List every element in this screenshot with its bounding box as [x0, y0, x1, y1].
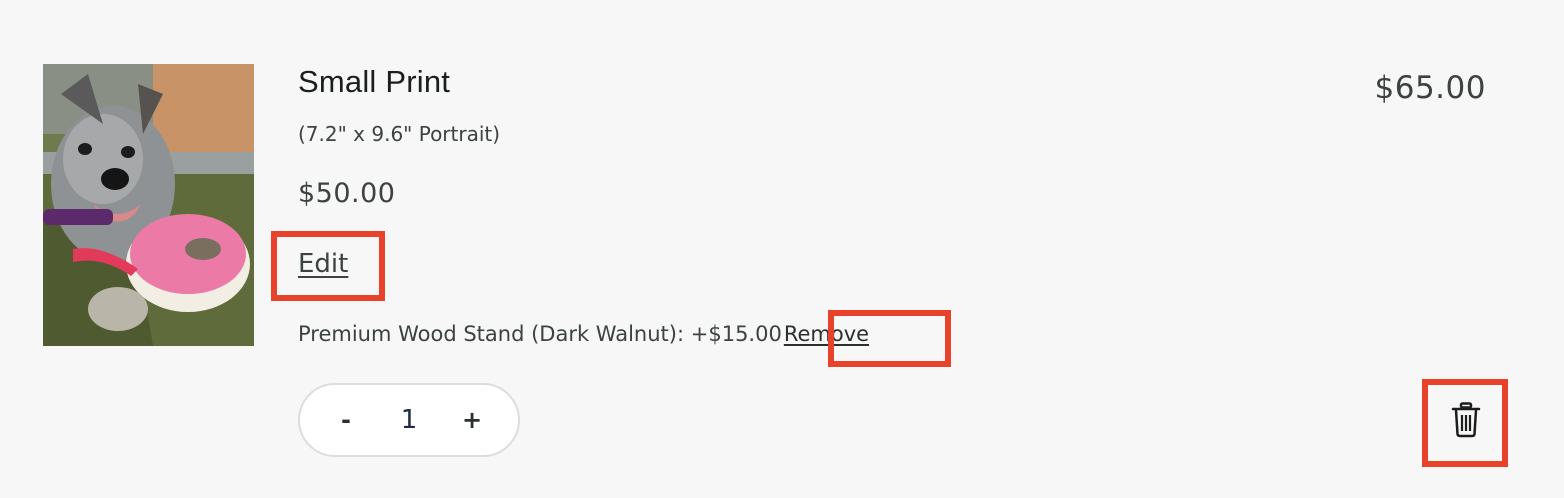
- product-size: (7.2" x 9.6" Portrait): [298, 122, 501, 146]
- product-thumbnail: [43, 64, 254, 346]
- addon-price: +$15.00: [690, 322, 782, 346]
- remove-addon-link[interactable]: Remove: [784, 322, 869, 346]
- decrement-button[interactable]: -: [336, 406, 356, 434]
- quantity-stepper: - 1 +: [298, 383, 520, 457]
- addon-label: Premium Wood Stand (Dark Walnut):: [298, 322, 685, 346]
- addon-line: Premium Wood Stand (Dark Walnut): +$15.0…: [298, 322, 869, 346]
- delete-item-button[interactable]: [1450, 402, 1482, 438]
- increment-button[interactable]: +: [462, 406, 482, 434]
- quantity-value: 1: [400, 405, 418, 435]
- line-total: $65.00: [1374, 70, 1486, 106]
- trash-icon: [1451, 402, 1481, 438]
- product-title: Small Print: [298, 64, 451, 99]
- unit-price: $50.00: [298, 178, 396, 209]
- product-photo: [43, 64, 254, 346]
- edit-link[interactable]: Edit: [298, 249, 348, 279]
